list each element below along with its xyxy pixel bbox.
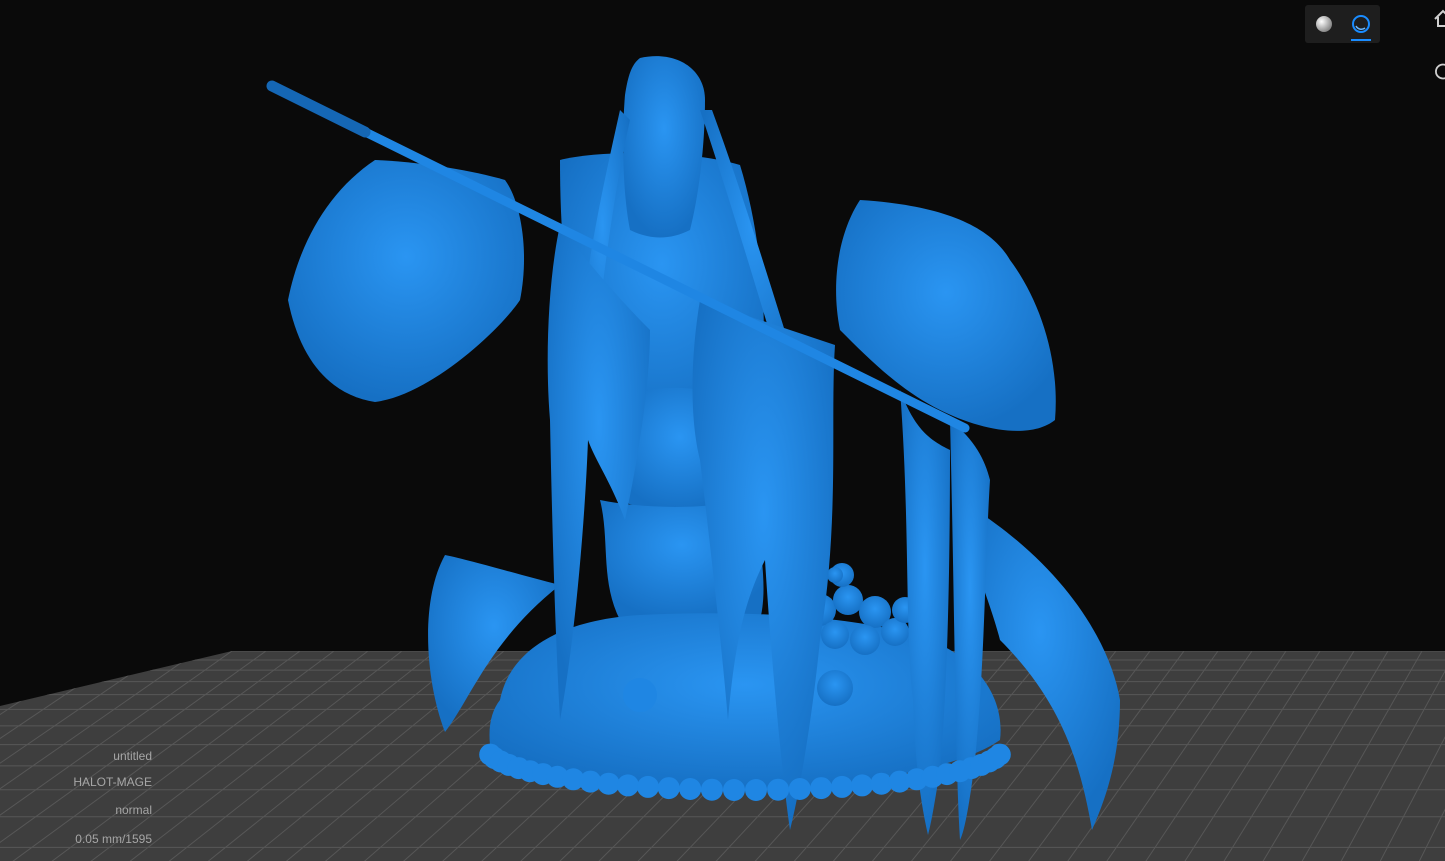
home-view-button[interactable]	[1432, 8, 1445, 30]
file-name-label: untitled	[113, 749, 152, 763]
print-mode-label: normal	[115, 803, 152, 817]
xray-view-button[interactable]	[1348, 11, 1374, 37]
rotate-view-button[interactable]	[1432, 60, 1445, 82]
view-mode-toggle	[1305, 5, 1380, 43]
solid-sphere-icon	[1316, 16, 1332, 32]
printer-name-label: HALOT-MAGE	[73, 775, 152, 789]
layer-info-label: 0.05 mm/1595	[75, 832, 152, 846]
xray-sphere-icon	[1352, 15, 1370, 33]
solid-view-button[interactable]	[1311, 11, 1337, 37]
3d-viewport[interactable]	[0, 0, 1445, 861]
home-icon	[1434, 9, 1445, 27]
rotate-icon	[1435, 63, 1445, 80]
active-view-indicator	[1351, 39, 1371, 41]
